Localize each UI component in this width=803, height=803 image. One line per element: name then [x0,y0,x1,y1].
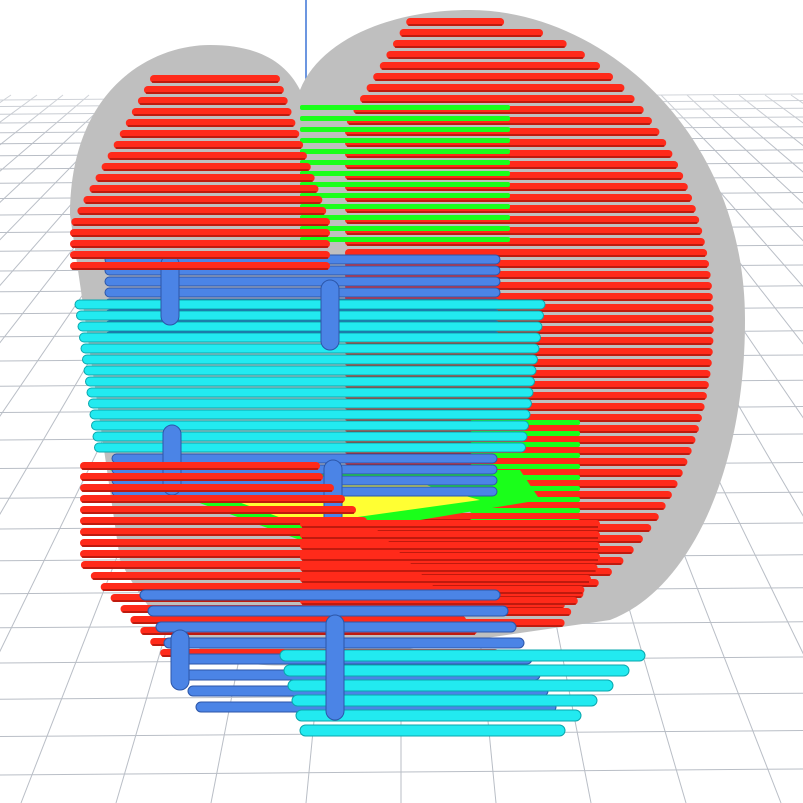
outer-wall-layer-shade [347,189,686,191]
outer-wall-layer-shade [302,581,589,583]
outer-wall-layer-shade [82,479,321,481]
outer-wall-layer-shade [381,68,599,70]
outer-wall-layer-shade [72,257,328,259]
outer-wall-layer-shade [347,178,682,180]
outer-wall-layer-shade [121,136,298,138]
outer-wall-layer-shade [72,246,328,248]
support-interface-bar [80,343,540,354]
outer-wall-layer-shade [302,603,576,605]
outer-wall-layer-shade [145,92,282,94]
outer-wall-layer-shade [355,112,642,114]
support-interface-bar [91,420,529,431]
support-pillar [320,279,340,351]
outer-wall-layer-shade [347,200,691,202]
support-interface-bar [85,376,535,387]
inner-wall-layer [300,116,510,121]
outer-wall-layer-shade [302,526,598,528]
outer-wall-layer-shade [82,512,354,514]
outer-wall-layer-shade [302,548,598,550]
support-interface-bar [77,321,543,332]
layer-view-viewport[interactable] [0,0,803,803]
support-interface-bar [299,724,566,737]
outer-wall-layer-shade [142,633,476,635]
outer-wall-layer-shade [127,125,294,127]
outer-wall-layer-shade [85,202,321,204]
inner-wall-layer [300,182,510,187]
sliced-model-scene[interactable] [0,0,803,803]
inner-wall-layer [300,204,510,209]
outer-wall-layer-shade [139,103,286,105]
outer-wall-layer-shade [362,101,633,103]
outer-wall-layer-shade [73,224,328,226]
outer-wall-layer-shade [348,123,650,125]
outer-wall-layer-shade [408,24,503,26]
support-base-bar [139,589,501,601]
outer-wall-layer-shade [82,501,343,503]
support-interface-bar [82,354,538,365]
outer-wall-layer-shade [347,145,665,147]
outer-wall-layer-shade [302,559,598,561]
outer-wall-layer-shade [72,235,328,237]
support-interface-bar [92,431,528,442]
outer-wall-layer-shade [302,570,596,572]
outer-wall-layer-shade [347,211,694,213]
inner-wall-layer [300,127,510,132]
outer-wall-layer-shade [347,134,658,136]
outer-wall-layer-shade [347,167,677,169]
outer-wall-layer-shade [133,114,290,116]
support-interface-bar [89,409,531,420]
inner-wall-layer [300,138,510,143]
support-base-bar [147,605,509,617]
outer-wall-layer-shade [115,147,302,149]
support-interface-bar [86,387,534,398]
inner-wall-layer [300,149,510,154]
outer-wall-layer-shade [375,79,612,81]
outer-wall-layer-shade [388,57,583,59]
support-interface-bar [94,442,526,453]
inner-wall-layer [300,160,510,165]
support-interface-bar [88,398,532,409]
support-interface-bar [74,299,546,310]
outer-wall-layer-shade [72,268,328,270]
outer-wall-layer-shade [347,222,698,224]
outer-wall-layer-shade [152,81,278,83]
outer-wall-layer-shade [347,156,671,158]
support-interface-bar [79,332,541,343]
inner-wall-layer [300,215,510,220]
outer-wall-layer-shade [302,537,598,539]
outer-wall-layer-shade [103,169,309,171]
support-layers [74,254,546,536]
outer-wall-layer-shade [82,490,332,492]
outer-wall-layer-shade [82,468,318,470]
support-pillar [325,614,345,721]
inner-wall-layer [300,171,510,176]
outer-wall-layer-shade [401,35,542,37]
outer-wall-layer-shade [395,46,565,48]
outer-wall-layer-shade [91,191,317,193]
outer-wall-layer-shade [79,213,325,215]
outer-wall-layer-shade [109,158,305,160]
support-pillar [170,629,190,691]
outer-wall-layer-shade [97,180,313,182]
inner-wall-layer [300,226,510,231]
inner-wall-layer [300,193,510,198]
outer-wall-layer-shade [347,244,703,246]
outer-wall-layer-shade [368,90,623,92]
support-interface-bar [76,310,544,321]
inner-wall-layer [300,105,510,110]
inner-wall-layer [300,237,510,242]
support-interface-bar [83,365,537,376]
outer-wall-layer-shade [347,233,701,235]
